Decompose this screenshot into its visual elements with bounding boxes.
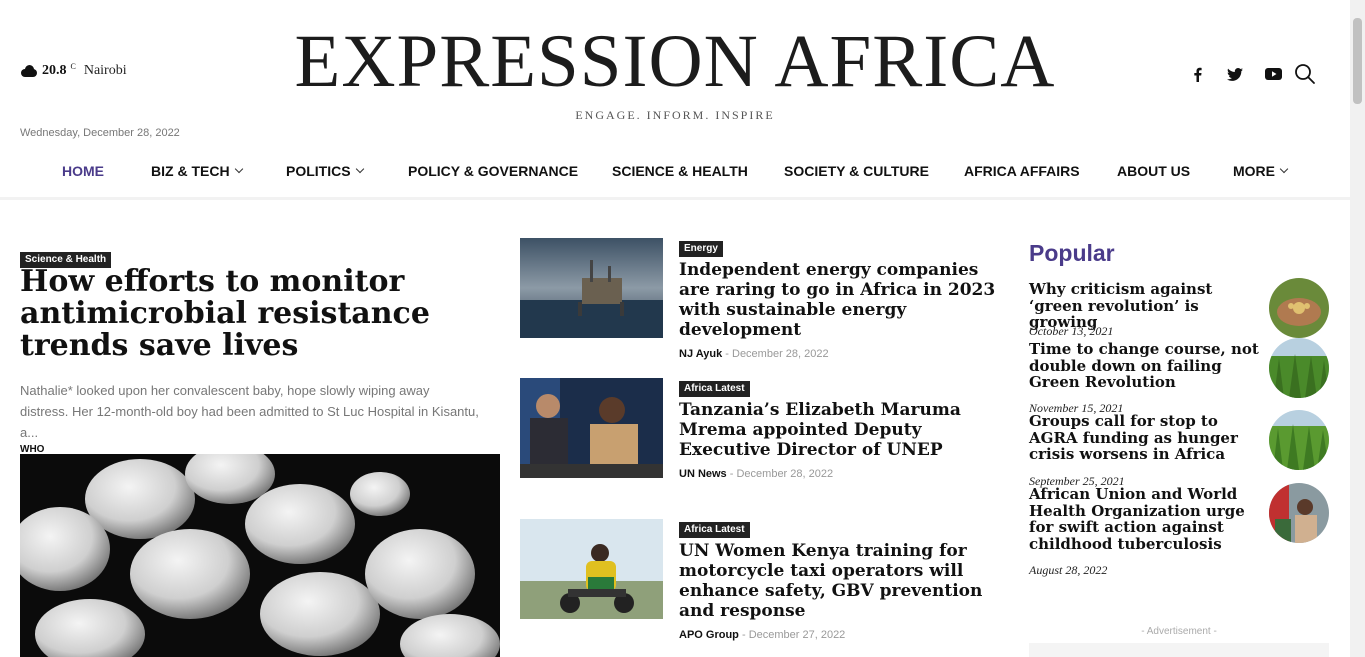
article-author[interactable]: NJ Ayuk [679, 348, 722, 360]
popular-title[interactable]: African Union and World Health Organizat… [1029, 486, 1261, 552]
popular-thumbnail[interactable] [1269, 483, 1329, 543]
popular-item: Groups call for stop to AGRA funding as … [1029, 410, 1329, 470]
site-tagline: ENGAGE. INFORM. INSPIRE [575, 108, 775, 122]
nav-label: BIZ & TECH [151, 163, 230, 179]
category-badge[interactable]: Africa Latest [679, 381, 750, 397]
article-thumbnail[interactable] [520, 238, 663, 338]
article-body: Africa Latest UN Women Kenya training fo… [679, 519, 1004, 641]
meta-separator: - [741, 629, 749, 641]
chevron-down-icon [1279, 164, 1289, 174]
nav-politics[interactable]: POLITICS [286, 157, 364, 185]
article-date: December 27, 2022 [748, 629, 846, 641]
scrollbar-thumb[interactable] [1353, 18, 1362, 104]
popular-item: Time to change course, not double down o… [1029, 338, 1329, 398]
article-thumbnail[interactable] [520, 519, 663, 619]
social-links [1178, 62, 1292, 86]
popular-date: August 28, 2022 [1029, 563, 1108, 577]
page-scrollbar[interactable] [1350, 0, 1365, 657]
article-author[interactable]: APO Group [679, 629, 739, 641]
advertisement-label: - Advertisement - [1141, 626, 1217, 637]
popular-date: October 13, 2021 [1029, 324, 1114, 338]
article-meta: APO Group - December 27, 2022 [679, 629, 1004, 641]
facebook-icon[interactable] [1178, 62, 1216, 86]
article-body: Africa Latest Tanzania’s Elizabeth Marum… [679, 378, 1004, 480]
popular-thumbnail[interactable] [1269, 410, 1329, 470]
current-date: Wednesday, December 28, 2022 [20, 127, 180, 139]
nav-society-culture[interactable]: SOCIETY & CULTURE [784, 157, 929, 185]
article-meta: NJ Ayuk - December 28, 2022 [679, 348, 1004, 360]
article-card: Africa Latest Tanzania’s Elizabeth Marum… [520, 378, 1010, 480]
nav-about-us[interactable]: ABOUT US [1117, 157, 1190, 185]
article-date: December 28, 2022 [732, 348, 829, 360]
nav-label: ABOUT US [1117, 163, 1191, 179]
chevron-down-icon [355, 164, 364, 174]
popular-item: African Union and World Health Organizat… [1029, 483, 1329, 552]
article-card: Energy Independent energy companies are … [520, 238, 1010, 360]
nav-home[interactable]: HOME [62, 157, 104, 185]
chevron-down-icon [234, 164, 243, 174]
nav-label: HOME [62, 163, 104, 179]
article-title[interactable]: UN Women Kenya training for motorcycle t… [679, 541, 1004, 621]
nav-label: SCIENCE & HEALTH [612, 163, 748, 179]
category-badge[interactable]: Energy [679, 241, 723, 257]
nav-more[interactable]: MORE [1233, 157, 1289, 185]
nav-science-health[interactable]: SCIENCE & HEALTH [612, 157, 748, 185]
article-thumbnail[interactable] [520, 378, 663, 478]
advertisement-box[interactable] [1029, 643, 1329, 657]
search-icon[interactable] [1294, 63, 1316, 85]
nav-label: MORE [1233, 163, 1275, 179]
article-body: Energy Independent energy companies are … [679, 238, 1004, 360]
feature-image[interactable] [20, 454, 500, 657]
article-title[interactable]: Independent energy companies are raring … [679, 260, 1004, 340]
nav-label: POLITICS [286, 163, 351, 179]
feature-excerpt: Nathalie* looked upon her convalescent b… [20, 383, 479, 440]
popular-title[interactable]: Groups call for stop to AGRA funding as … [1029, 413, 1261, 463]
nav-africa-affairs[interactable]: AFRICA AFFAIRS [964, 157, 1080, 185]
nav-label: AFRICA AFFAIRS [964, 163, 1080, 179]
article-meta: UN News - December 28, 2022 [679, 468, 1004, 480]
article-author[interactable]: UN News [679, 468, 727, 480]
feature-title[interactable]: How efforts to monitor antimicrobial res… [20, 266, 490, 362]
popular-thumbnail[interactable] [1269, 338, 1329, 398]
article-card: Africa Latest UN Women Kenya training fo… [520, 519, 1010, 641]
nav-divider [0, 197, 1350, 200]
category-badge[interactable]: Africa Latest [679, 522, 750, 538]
nav-biz-tech[interactable]: BIZ & TECH [151, 157, 243, 185]
nav-policy-governance[interactable]: POLICY & GOVERNANCE [408, 157, 578, 185]
twitter-icon[interactable] [1216, 62, 1254, 86]
nav-label: SOCIETY & CULTURE [784, 163, 929, 179]
youtube-icon[interactable] [1254, 62, 1292, 86]
main-nav: HOME BIZ & TECH POLITICS POLICY & GOVERN… [0, 157, 1350, 185]
article-title[interactable]: Tanzania’s Elizabeth Maruma Mrema appoin… [679, 400, 1004, 460]
nav-label: POLICY & GOVERNANCE [408, 163, 579, 179]
site-logo[interactable]: EXPRESSION AFRICA [0, 22, 1350, 102]
article-date: December 28, 2022 [736, 468, 834, 480]
popular-heading: Popular [1029, 240, 1115, 266]
popular-thumbnail[interactable] [1269, 278, 1329, 338]
meta-separator: - [725, 348, 732, 360]
popular-title[interactable]: Time to change course, not double down o… [1029, 341, 1261, 391]
